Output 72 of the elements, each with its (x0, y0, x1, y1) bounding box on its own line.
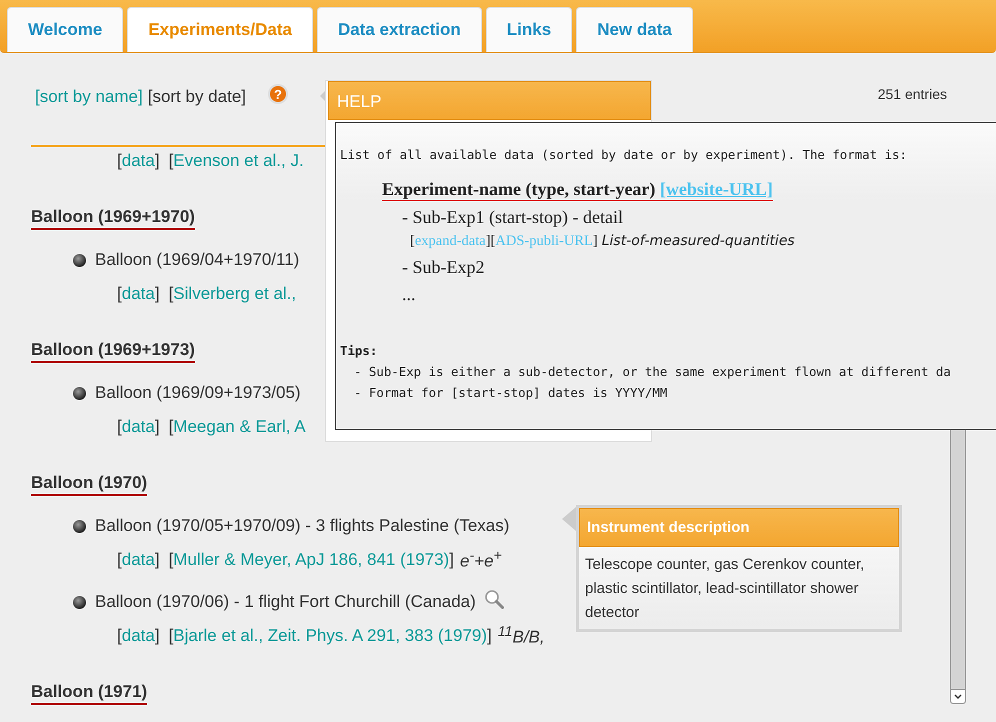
tab[interactable]: Links (486, 7, 572, 52)
reference-link[interactable]: data (122, 626, 155, 645)
format-line: - Sub-Exp1 (start-stop) - detail (401, 206, 624, 228)
reference-link[interactable]: Muller & Meyer, ApJ 186, 841 (1973) (173, 550, 450, 569)
scroll-down-button[interactable] (951, 689, 965, 703)
tip-text: - Sub-Exp is either a sub-detector, or the same experiment flown at different da (353, 364, 952, 379)
format-line: - Sub-Exp2 (401, 256, 486, 278)
bracket: [ (168, 151, 174, 170)
reference-link[interactable]: Evenson et al., J. (173, 151, 304, 170)
bracket: [ (117, 151, 122, 170)
help-intro: List of all available data (sorted by date or by experiment). The format is: (340, 147, 908, 162)
chevron-down-icon (954, 694, 962, 700)
bullet-icon (73, 254, 86, 266)
experiment-title: Balloon (1969+1970) (31, 207, 195, 230)
format-link[interactable]: expand-data (414, 233, 486, 249)
reference-link[interactable]: data (122, 417, 155, 436)
sub-experiment: Balloon (1969/09+1973/05) (95, 383, 301, 403)
help-icon[interactable]: ? (267, 83, 289, 105)
bullet-icon (73, 386, 86, 400)
tip-text: - Format for [start-stop] dates is YYYY/MM (353, 385, 668, 400)
reference-link[interactable]: Bjarle et al., Zeit. Phys. A 291, 383 (1979) (173, 626, 488, 645)
bracket: [ (168, 626, 174, 645)
sort-link[interactable]: [sort by date] (148, 87, 246, 107)
popup-header: HELP (328, 81, 651, 120)
bracket: [ (490, 233, 496, 249)
bracket: [ (168, 417, 174, 436)
format-ellipsis: ... (401, 283, 416, 305)
bracket: ] (154, 151, 160, 170)
instrument-description: Telescope counter, gas Cerenkov counter, plastic scintillator, lead-scintillator shower detector (584, 555, 866, 623)
experiment-title: Balloon (1970) (31, 473, 148, 496)
bracket: [ (117, 284, 122, 303)
bullet-icon (73, 520, 86, 532)
bracket: [ (168, 284, 174, 303)
bullet-icon (73, 596, 86, 608)
tab[interactable]: Experiments/Data (127, 7, 313, 52)
bracket: [ (410, 233, 415, 249)
bracket: ] (449, 550, 454, 569)
sort-link[interactable]: [sort by name] (35, 87, 143, 107)
experiment-title: Balloon (1971) (31, 682, 148, 705)
reference-link[interactable]: data (122, 151, 155, 170)
bracket: ] (487, 626, 492, 645)
bracket: [ (117, 626, 122, 645)
bracket: ] (592, 233, 598, 249)
bracket: [ (117, 550, 122, 569)
tab[interactable]: New data (576, 7, 693, 52)
popup-header: Instrument description (579, 508, 899, 547)
bracket: ] (154, 417, 160, 436)
measured-quantities: e$^{-}$+e$^{+}$ (460, 548, 502, 572)
reference-link[interactable]: Meegan & Earl, A (173, 417, 306, 436)
format-link[interactable]: ADS-publi-URL (495, 233, 593, 249)
tab[interactable]: Data extraction (316, 7, 482, 52)
reference-link[interactable]: Silverberg et al., (173, 284, 296, 303)
bracket: ] (154, 626, 160, 645)
tab[interactable]: Welcome (7, 7, 124, 52)
sub-experiment: Balloon (1970/06) - 1 flight Fort Churchill (Canada) (95, 592, 476, 612)
magnifier-icon[interactable] (484, 589, 504, 609)
format-title: Experiment-name (type, start-year) (382, 179, 656, 199)
experiment-title: Balloon (1969+1973) (31, 340, 195, 363)
sub-experiment: Balloon (1969/04+1970/11) (95, 250, 300, 270)
website-link[interactable]: [website-URL] (660, 179, 773, 199)
bracket: [ (117, 417, 122, 436)
reference-link[interactable]: data (122, 550, 155, 569)
format-quantities: List-of-measured-quantities (602, 233, 795, 249)
bracket: ] (486, 233, 491, 249)
tips-title: Tips: (340, 343, 378, 358)
bracket: [ (168, 550, 174, 569)
bracket: ] (154, 550, 160, 569)
sub-experiment: Balloon (1970/05+1970/09) - 3 flights Palestine (Texas) (95, 516, 510, 536)
bracket: ] (154, 284, 160, 303)
measured-quantities: $^{11}$B/B, (498, 624, 545, 648)
reference-link[interactable]: data (122, 284, 155, 303)
entries-count: 251 entries (878, 85, 947, 104)
